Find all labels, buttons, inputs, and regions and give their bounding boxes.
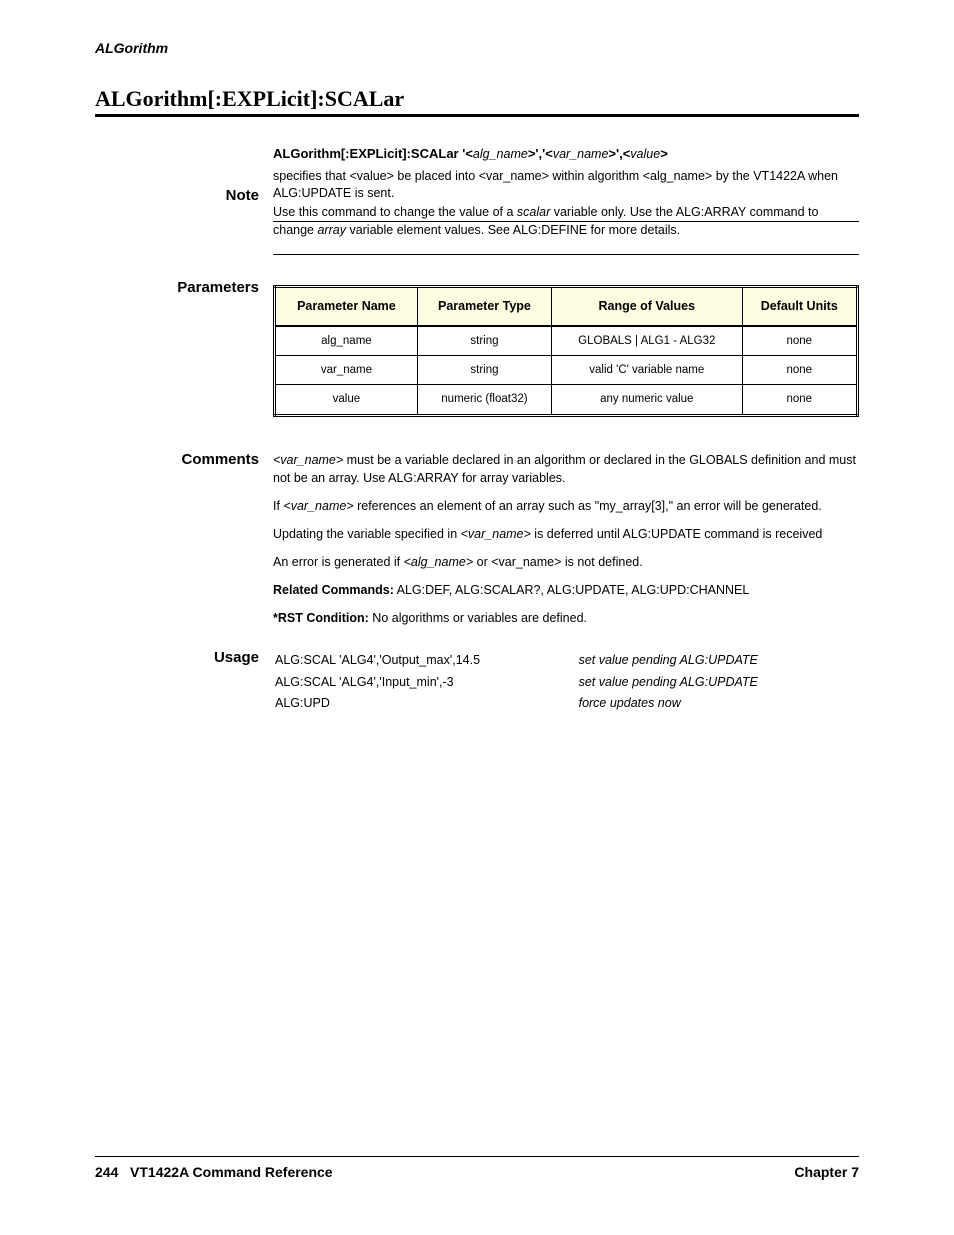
th-type: Parameter Type	[417, 286, 551, 326]
comment-line: <var_name> must be a variable declared i…	[273, 451, 859, 487]
table-row: var_name string valid 'C' variable name …	[275, 356, 858, 385]
syntax-p3: value	[630, 147, 660, 161]
table-row: alg_name string GLOBALS | ALG1 - ALG32 n…	[275, 326, 858, 356]
command-title: ALGorithm[:EXPLicit]:SCALar	[95, 86, 859, 114]
note-text: Use this command to change the value of …	[273, 187, 859, 255]
title-rule	[95, 114, 859, 117]
table-row: value numeric (float32) any numeric valu…	[275, 385, 858, 415]
parameters-table: Parameter Name Parameter Type Range of V…	[273, 285, 859, 417]
usage-label: Usage	[95, 649, 273, 716]
syntax-sep1: >','<	[528, 146, 553, 161]
comments-body: <var_name> must be a variable declared i…	[273, 451, 859, 638]
syntax-p2: var_name	[553, 147, 609, 161]
comment-line: *RST Condition: No algorithms or variabl…	[273, 609, 859, 627]
comment-line: Related Commands: ALG:DEF, ALG:SCALAR?, …	[273, 581, 859, 599]
syntax-sep2: >',<	[608, 146, 630, 161]
usage-row: ALG:SCAL 'ALG4','Output_max',14.5 set va…	[275, 651, 857, 671]
footer-left: VT1422A Command Reference	[130, 1164, 333, 1180]
th-name: Parameter Name	[275, 286, 418, 326]
page-number: 244	[95, 1164, 118, 1180]
syntax-cmd: ALGorithm[:EXPLicit]:SCALar '<	[273, 146, 473, 161]
footer-rule	[95, 1156, 859, 1157]
comment-line: If <var_name> references an element of a…	[273, 497, 859, 515]
note-label: Note	[95, 187, 273, 255]
th-range: Range of Values	[552, 286, 742, 326]
syntax-p1: alg_name	[473, 147, 528, 161]
comments-label: Comments	[95, 451, 273, 638]
usage-table: ALG:SCAL 'ALG4','Output_max',14.5 set va…	[273, 649, 859, 716]
section-header: ALGorithm	[95, 40, 859, 56]
page-footer: 244 VT1422A Command Reference Chapter 7	[95, 1164, 859, 1180]
usage-row: ALG:UPD force updates now	[275, 694, 857, 714]
th-units: Default Units	[742, 286, 858, 326]
usage-row: ALG:SCAL 'ALG4','Input_min',-3 set value…	[275, 673, 857, 693]
comment-line: An error is generated if <alg_name> or <…	[273, 553, 859, 571]
footer-right: Chapter 7	[794, 1164, 859, 1180]
syntax-sep3: >	[660, 146, 668, 161]
parameters-label: Parameters	[95, 279, 273, 441]
comment-line: Updating the variable specified in <var_…	[273, 525, 859, 543]
